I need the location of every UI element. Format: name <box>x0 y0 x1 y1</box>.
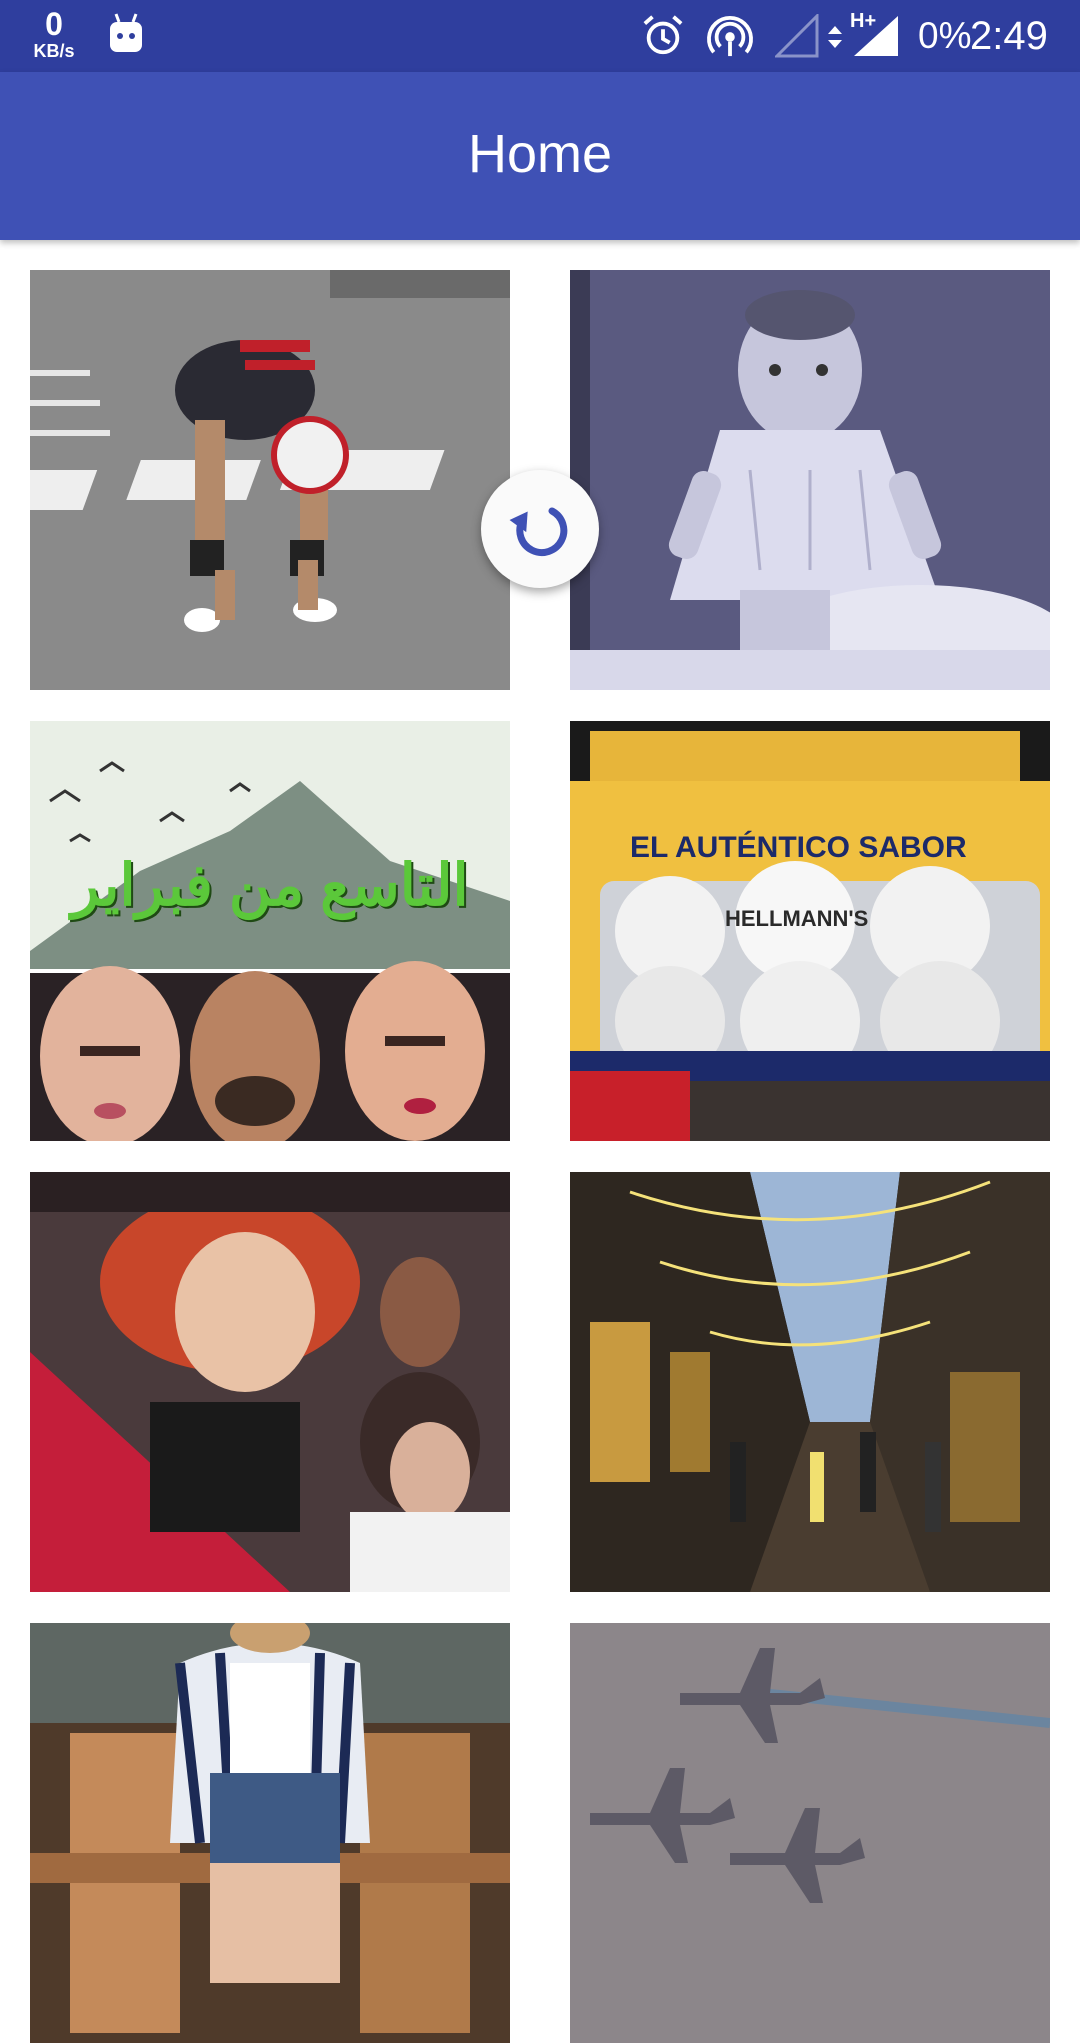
page-title: Home <box>467 124 613 184</box>
image-tile-bench[interactable] <box>30 1623 510 2043</box>
network-speed-value: 0 <box>45 6 63 42</box>
battery-percent: 0% <box>918 15 972 56</box>
image-tile-party[interactable] <box>30 1172 510 1592</box>
network-speed-unit: KB/s <box>33 41 75 61</box>
image-tile-cyclist[interactable] <box>30 270 510 690</box>
network-speed: 0 KB/s <box>26 8 82 60</box>
app-bar: Home <box>0 72 1080 240</box>
poster-title-text: التاسع من فبراير <box>71 853 469 918</box>
image-tile-mayonnaise[interactable]: EL AUTÉNTICO SABOR HELLMANN'S <box>570 721 1050 1141</box>
refresh-icon <box>509 507 568 556</box>
status-bar: 0 KB/s H+ 0% 2:49 <box>0 0 1080 72</box>
alarm-icon <box>643 15 683 55</box>
image-tile-jets[interactable] <box>570 1623 1050 2043</box>
signal-full-icon <box>854 16 898 56</box>
refresh-button[interactable] <box>481 470 599 588</box>
image-tile-baby[interactable] <box>570 270 1050 690</box>
signal-empty-icon <box>775 14 819 58</box>
box-slogan-text: EL AUTÉNTICO SABOR <box>630 831 967 864</box>
hotspot-icon <box>707 16 753 57</box>
image-tile-poster[interactable]: التاسع من فبراير <box>30 721 510 1141</box>
data-arrows-icon <box>828 26 842 48</box>
image-tile-street[interactable] <box>570 1172 1050 1592</box>
box-brand-text: HELLMANN'S <box>725 906 869 931</box>
clock: 2:49 <box>970 14 1048 58</box>
android-icon <box>110 13 142 52</box>
